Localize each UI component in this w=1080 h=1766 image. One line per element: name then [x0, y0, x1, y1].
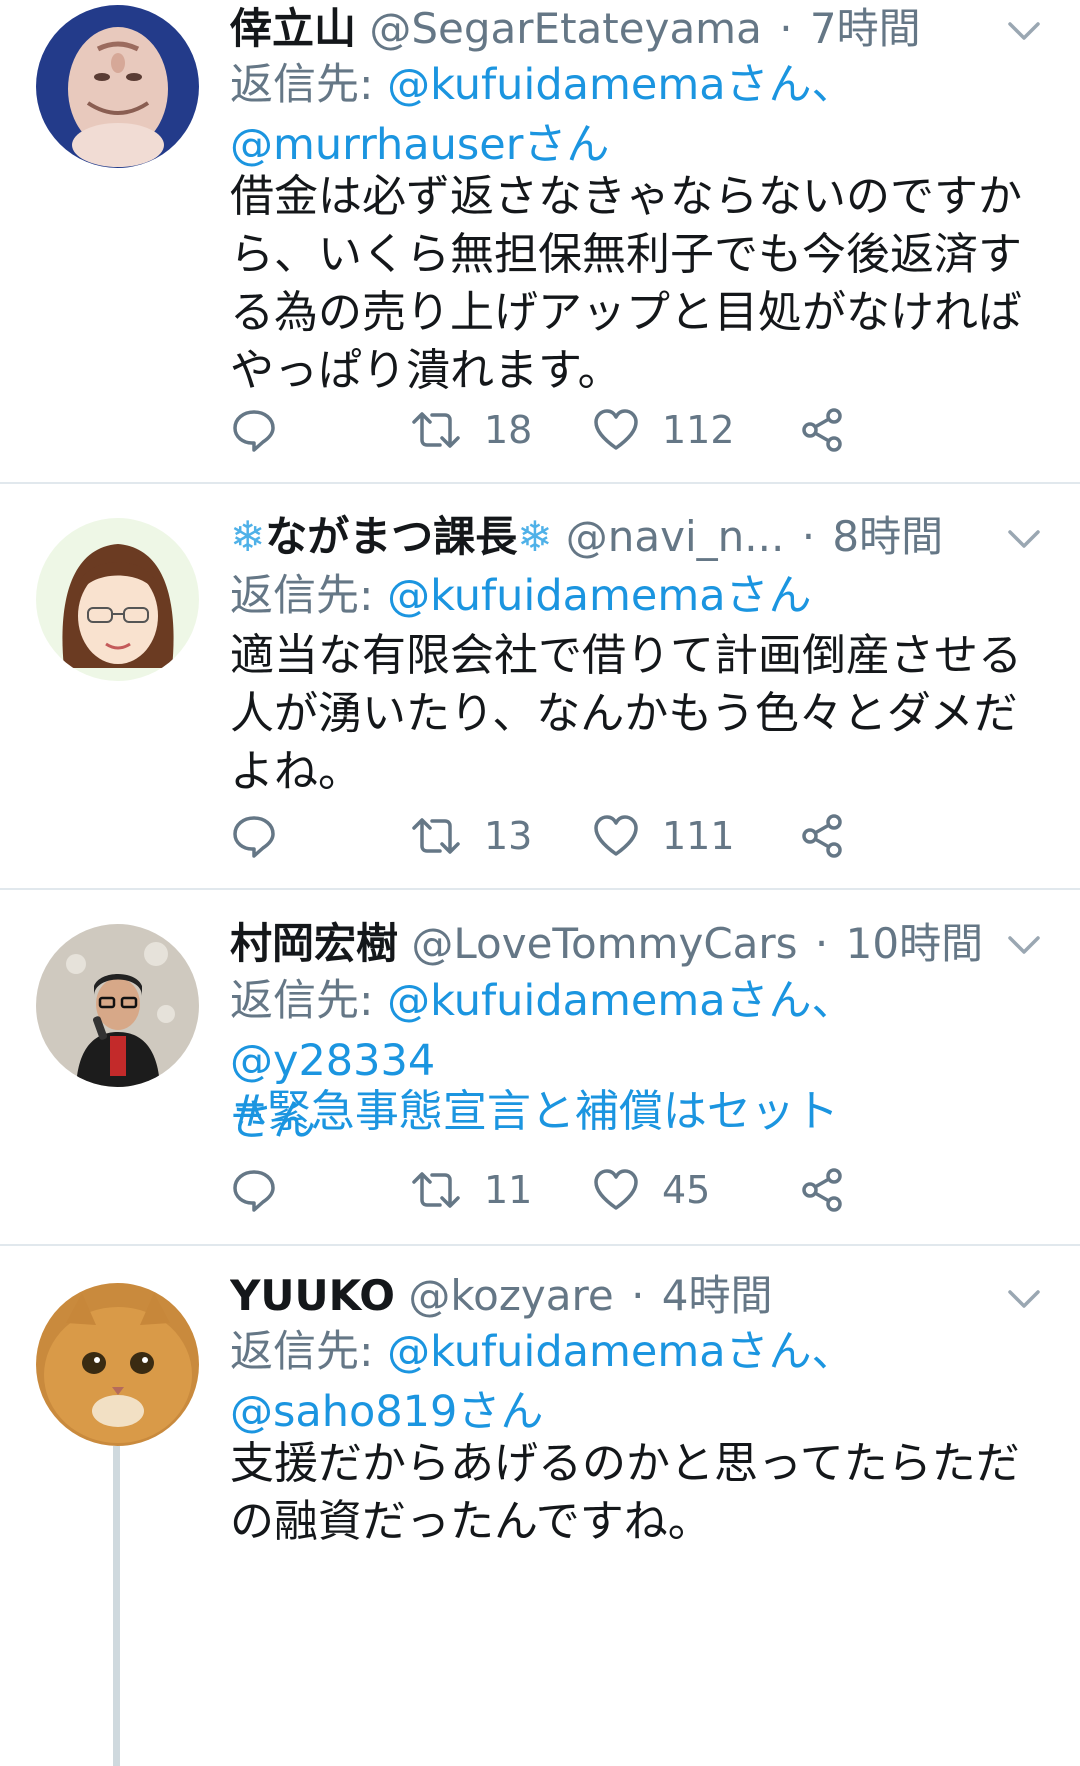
tweet-header: 倖立山 @SegarEtateyama · 7時間: [230, 0, 1050, 59]
separator-dot: ·: [631, 1271, 645, 1320]
avatar[interactable]: [36, 518, 199, 681]
tweet-text: 適当な有限会社で借りて計画倒産させる人が湧いたり、なんかもう色々とダメだよね。: [230, 630, 1022, 797]
retweet-button[interactable]: 18: [410, 400, 532, 460]
tweet[interactable]: 村岡宏樹 @LoveTommyCars · 10時間 返信先: @kufuida…: [0, 890, 1080, 1246]
like-button[interactable]: 111: [592, 806, 735, 866]
chevron-down-icon: [1008, 936, 1040, 954]
like-button[interactable]: 112: [592, 400, 735, 460]
tweet-actions: 18 112: [230, 400, 930, 460]
retweet-icon: [412, 1172, 460, 1208]
like-count: 45: [662, 1168, 711, 1212]
hashtag-link[interactable]: #緊急事態宣言と補償はセット: [230, 1083, 1050, 1141]
reply-button[interactable]: [230, 1160, 278, 1220]
tweet-actions: 13 111: [230, 806, 930, 866]
user-handle[interactable]: @SegarEtateyama: [369, 4, 761, 53]
tweet[interactable]: 倖立山 @SegarEtateyama · 7時間 返信先: @kufuidam…: [0, 0, 1080, 484]
illustrated-woman-avatar-icon: [36, 518, 199, 681]
share-button[interactable]: [798, 400, 846, 460]
retweet-count: 11: [484, 1168, 533, 1212]
tweet-menu-button[interactable]: [1004, 1280, 1044, 1320]
retweet-count: 13: [484, 814, 533, 858]
user-handle[interactable]: @navi_n...: [566, 512, 785, 561]
snowflake-icon: ❄: [517, 512, 553, 561]
tweet-menu-button[interactable]: [1004, 926, 1044, 966]
man-face-avatar-icon: [36, 5, 199, 168]
mention-link[interactable]: @murrhauserさん: [230, 120, 609, 170]
avatar[interactable]: [36, 1283, 199, 1446]
retweet-count: 18: [484, 408, 533, 452]
heart-icon: [594, 815, 638, 856]
like-button[interactable]: 45: [592, 1160, 710, 1220]
retweet-button[interactable]: 13: [410, 806, 532, 866]
share-button[interactable]: [798, 806, 846, 866]
chevron-down-icon: [1008, 1290, 1040, 1308]
separator-dot: ·: [801, 512, 816, 561]
cat-avatar-icon: [36, 1283, 199, 1446]
tweet-header: YUUKO @kozyare · 4時間: [230, 1266, 1050, 1326]
reply-to: 返信先: @kufuidamemaさん、 @saho819さん: [230, 1322, 1050, 1442]
chevron-down-icon: [1008, 530, 1040, 548]
retweet-icon: [412, 412, 460, 448]
avatar[interactable]: [36, 924, 199, 1087]
reply-icon: [233, 1170, 275, 1212]
reply-button[interactable]: [230, 400, 278, 460]
display-name[interactable]: 倖立山: [230, 4, 356, 53]
retweet-icon: [412, 818, 460, 854]
like-count: 111: [662, 814, 735, 858]
display-name[interactable]: 村岡宏樹: [230, 919, 398, 968]
tweet[interactable]: YUUKO @kozyare · 4時間 返信先: @kufuidamemaさん…: [0, 1246, 1080, 1766]
snowflake-icon: ❄: [230, 512, 266, 561]
mention-link[interactable]: @kufuidamemaさん、: [387, 60, 854, 110]
timestamp[interactable]: 8時間: [832, 512, 943, 561]
mention-link[interactable]: @kufuidamemaさん、: [387, 1327, 854, 1377]
display-name[interactable]: ながまつ課長: [265, 512, 517, 561]
reply-to: 返信先: @kufuidamemaさん: [230, 566, 1050, 626]
heart-icon: [594, 1169, 638, 1210]
like-count: 112: [662, 408, 735, 452]
timestamp[interactable]: 7時間: [810, 4, 921, 53]
share-icon: [802, 408, 842, 452]
reply-button[interactable]: [230, 806, 278, 866]
display-name[interactable]: YUUKO: [230, 1271, 395, 1320]
avatar[interactable]: [36, 5, 199, 168]
reply-to-label: 返信先:: [230, 1327, 388, 1377]
user-handle[interactable]: @LoveTommyCars: [411, 919, 797, 968]
mention-link[interactable]: @saho819さん: [230, 1387, 543, 1437]
reply-to-label: 返信先:: [230, 571, 388, 621]
tweet-actions: 11 45: [230, 1160, 930, 1220]
separator-dot: ·: [814, 919, 829, 968]
thread-line: [113, 1446, 120, 1766]
tweet-header: ❄ながまつ課長❄ @navi_n... · 8時間: [230, 507, 1050, 567]
separator-dot: ·: [779, 4, 793, 53]
heart-icon: [594, 409, 638, 450]
timestamp[interactable]: 10時間: [846, 919, 983, 968]
reply-icon: [233, 816, 275, 858]
tweet[interactable]: ❄ながまつ課長❄ @navi_n... · 8時間 返信先: @kufuidam…: [0, 484, 1080, 890]
chevron-down-icon: [1008, 22, 1040, 40]
reply-to: 返信先: @kufuidamemaさん、 @murrhauserさん: [230, 55, 1050, 175]
reply-icon: [233, 410, 275, 452]
tweet-text: 借金は必ず返さなきゃならないのですから、いくら無担保無利子でも今後返済する為の売…: [230, 171, 1022, 396]
tweet-menu-button[interactable]: [1004, 12, 1044, 52]
share-icon: [802, 1168, 842, 1212]
retweet-button[interactable]: 11: [410, 1160, 532, 1220]
share-icon: [802, 814, 842, 858]
tweet-menu-button[interactable]: [1004, 520, 1044, 560]
mention-link[interactable]: @kufuidamemaさん: [387, 571, 811, 621]
tweet-header: 村岡宏樹 @LoveTommyCars · 10時間: [230, 914, 1050, 974]
timestamp[interactable]: 4時間: [662, 1271, 773, 1320]
tweet-text: 支援だからあげるのかと思ってたらただの融資だったんですね。: [230, 1438, 1020, 1547]
man-with-microphone-avatar-icon: [36, 924, 199, 1087]
reply-to-label: 返信先:: [230, 60, 388, 110]
user-handle[interactable]: @kozyare: [408, 1271, 613, 1320]
share-button[interactable]: [798, 1160, 846, 1220]
reply-to-label: 返信先:: [230, 976, 388, 1026]
